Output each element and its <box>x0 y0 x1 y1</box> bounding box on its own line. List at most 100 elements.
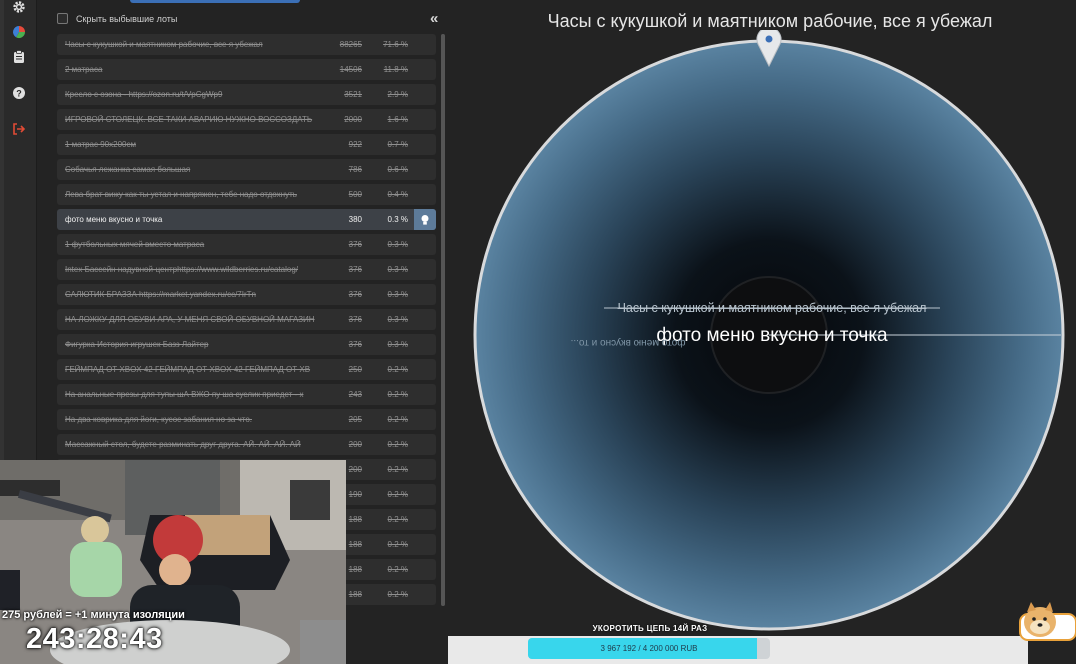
lot-amount: 14506 <box>339 65 362 74</box>
lot-row-eliminated[interactable]: 1 матрас 90х200см 922 0.7 % <box>57 134 436 155</box>
lot-row-eliminated[interactable]: Intex Бассейн надувной-центрhttps://www.… <box>57 259 436 280</box>
wheel-area: Часы с кукушкой и маятником рабочие, все… <box>470 26 1070 640</box>
lot-name: 2 матраса <box>65 65 103 74</box>
stream-caption: 275 рублей = +1 минута изоляции <box>2 609 185 621</box>
lot-amount: 376 <box>348 315 362 324</box>
lightbulb-icon[interactable] <box>414 209 436 230</box>
lot-row-eliminated[interactable]: ГЕЙМПАД ОТ XBOX 42 ГЕЙМПАД ОТ XBOX 42 ГЕ… <box>57 359 436 380</box>
lot-amount: 88265 <box>339 40 362 49</box>
lot-percent: 0.3 % <box>387 340 408 349</box>
lot-name: 1 футбольных мячей вместо матраса <box>65 240 205 249</box>
lot-name: ИГРОВОЙ СТОЛЕЦК. ВСЕ ТАКИ АВАРИЮ НУЖНО В… <box>65 115 313 124</box>
lot-name: На анальные презы для тупы шА ВЖО пу ша … <box>65 390 304 399</box>
lot-percent: 0.2 % <box>387 440 408 449</box>
lot-amount: 376 <box>348 340 362 349</box>
lot-amount: 380 <box>348 215 362 224</box>
lot-amount: 786 <box>348 165 362 174</box>
panel-top-accent <box>130 0 300 3</box>
pie-chart-icon[interactable] <box>8 21 30 43</box>
lot-percent: 0.2 % <box>387 515 408 524</box>
lot-row-eliminated[interactable]: 1 футбольных мячей вместо матраса 376 0.3 … <box>57 234 436 255</box>
lot-percent: 0.6 % <box>387 165 408 174</box>
lot-percent: 0.2 % <box>387 540 408 549</box>
lot-name: НА ЛОЖКУ ДЛЯ ОБУВИ АРА, У МЕНЯ СВОЙ ОБУВ… <box>65 315 315 324</box>
lot-name: фото меню вкусно и точка <box>65 215 163 224</box>
lot-row-eliminated[interactable]: На два коврика для йоги, кусос забанил н… <box>57 409 436 430</box>
wheel-selected-label: фото меню вкусно и точка <box>656 325 888 346</box>
lot-row-eliminated[interactable]: Часы с кукушкой и маятником рабочие, все… <box>57 34 436 55</box>
lot-amount: 500 <box>348 190 362 199</box>
lot-percent: 0.2 % <box>387 490 408 499</box>
lot-percent: 0.3 % <box>387 240 408 249</box>
lot-name: САЛЮТИК БРАЗЗА https://market.yandex.ru/… <box>65 290 256 299</box>
app-root: ? Скрыть выбывшие лоты « Часы с кукушкой… <box>0 0 1076 664</box>
wheel-mirrored-label: фото меню вкусно и то... <box>571 337 686 349</box>
lot-amount: 243 <box>348 390 362 399</box>
doge-badge-icon <box>1018 600 1076 642</box>
lot-percent: 0.2 % <box>387 590 408 599</box>
lot-amount: 376 <box>348 240 362 249</box>
lot-row-eliminated[interactable]: 2 матраса 14506 11.8 % <box>57 59 436 80</box>
lot-percent: 0.3 % <box>387 290 408 299</box>
lot-amount: 922 <box>348 140 362 149</box>
lot-row-eliminated[interactable]: Лева брат вижу как ты устал и напряжен, … <box>57 184 436 205</box>
lot-percent: 0.2 % <box>387 390 408 399</box>
lot-percent: 0.4 % <box>387 190 408 199</box>
lot-row-eliminated[interactable]: ИГРОВОЙ СТОЛЕЦК. ВСЕ ТАКИ АВАРИЮ НУЖНО В… <box>57 109 436 130</box>
hide-eliminated-checkbox[interactable] <box>57 13 68 24</box>
double-chevron-left-icon[interactable]: « <box>430 10 438 27</box>
lot-name: Лева брат вижу как ты устал и напряжен, … <box>65 190 297 199</box>
lot-row-eliminated[interactable]: САЛЮТИК БРАЗЗА https://market.yandex.ru/… <box>57 284 436 305</box>
lot-name: ГЕЙМПАД ОТ XBOX 42 ГЕЙМПАД ОТ XBOX 42 ГЕ… <box>65 365 311 374</box>
clipboard-icon[interactable] <box>8 46 30 68</box>
lot-amount: 250 <box>348 365 362 374</box>
hide-eliminated-label: Скрыть выбывшие лоты <box>76 13 178 24</box>
goal-progress-text: 3 967 192 / 4 200 000 RUB <box>600 644 698 653</box>
lot-name: На два коврика для йоги, кусос забанил н… <box>65 415 252 424</box>
lot-percent: 2.9 % <box>387 90 408 99</box>
logout-icon[interactable] <box>8 118 30 140</box>
lot-percent: 0.3 % <box>387 315 408 324</box>
lot-percent: 11.8 % <box>383 65 408 74</box>
hide-eliminated-toggle[interactable]: Скрыть выбывшие лоты <box>57 13 177 24</box>
lot-name: Фигурка История игрушек Базз Лайтер <box>65 340 209 349</box>
scrollbar-thumb[interactable] <box>441 34 445 606</box>
lot-percent: 71.6 % <box>383 40 408 49</box>
lot-percent: 0.2 % <box>387 565 408 574</box>
lot-amount: 376 <box>348 290 362 299</box>
lot-percent: 1.6 % <box>387 115 408 124</box>
lot-row-eliminated[interactable]: Кресло с озона - https://ozon.ru/t/VpCgW… <box>57 84 436 105</box>
lot-percent: 0.2 % <box>387 365 408 374</box>
lot-row-selected[interactable]: фото меню вкусно и точка 380 0.3 % <box>57 209 436 230</box>
lot-percent: 0.3 % <box>387 215 408 224</box>
lot-name: Массажный стол, будете разминать друг др… <box>65 440 301 449</box>
lot-percent: 0.2 % <box>387 465 408 474</box>
lot-name: Кресло с озона - https://ozon.ru/t/VpCgW… <box>65 90 223 99</box>
wheel-title: Часы с кукушкой и маятником рабочие, все… <box>547 11 993 31</box>
svg-text:?: ? <box>16 89 22 99</box>
lot-name: Собачья лежанка самая большая <box>65 165 191 174</box>
lots-scrollbar[interactable] <box>441 34 445 606</box>
lot-name: 1 матрас 90х200см <box>65 140 136 149</box>
lot-amount: 200 <box>348 440 362 449</box>
wheel[interactable]: Часы с кукушкой и маятником рабочие, все… <box>470 26 1070 640</box>
lot-percent: 0.7 % <box>387 140 408 149</box>
lot-row-eliminated[interactable]: НА ЛОЖКУ ДЛЯ ОБУВИ АРА, У МЕНЯ СВОЙ ОБУВ… <box>57 309 436 330</box>
webcam-overlay: 275 рублей = +1 минута изоляции 243:28:4… <box>0 460 346 664</box>
lot-amount: 3521 <box>344 90 362 99</box>
lot-amount: 2000 <box>344 115 362 124</box>
help-icon[interactable]: ? <box>8 82 30 104</box>
lot-percent: 0.2 % <box>387 415 408 424</box>
lot-row-eliminated[interactable]: Собачья лежанка самая большая 786 0.6 % <box>57 159 436 180</box>
lot-row-eliminated[interactable]: Массажный стол, будете разминать друг др… <box>57 434 436 455</box>
gear-icon[interactable] <box>8 0 30 18</box>
lot-name: Intex Бассейн надувной-центрhttps://www.… <box>65 265 299 274</box>
isolation-timer: 243:28:43 <box>26 623 163 655</box>
lot-amount: 205 <box>348 415 362 424</box>
lot-row-eliminated[interactable]: На анальные презы для тупы шА ВЖО пу ша … <box>57 384 436 405</box>
lot-percent: 0.3 % <box>387 265 408 274</box>
lot-row-eliminated[interactable]: Фигурка История игрушек Базз Лайтер 376 0.… <box>57 334 436 355</box>
goal-progress-bar: 3 967 192 / 4 200 000 RUB <box>528 638 770 659</box>
lot-name: Часы с кукушкой и маятником рабочие, все… <box>65 40 263 49</box>
lot-amount: 376 <box>348 265 362 274</box>
